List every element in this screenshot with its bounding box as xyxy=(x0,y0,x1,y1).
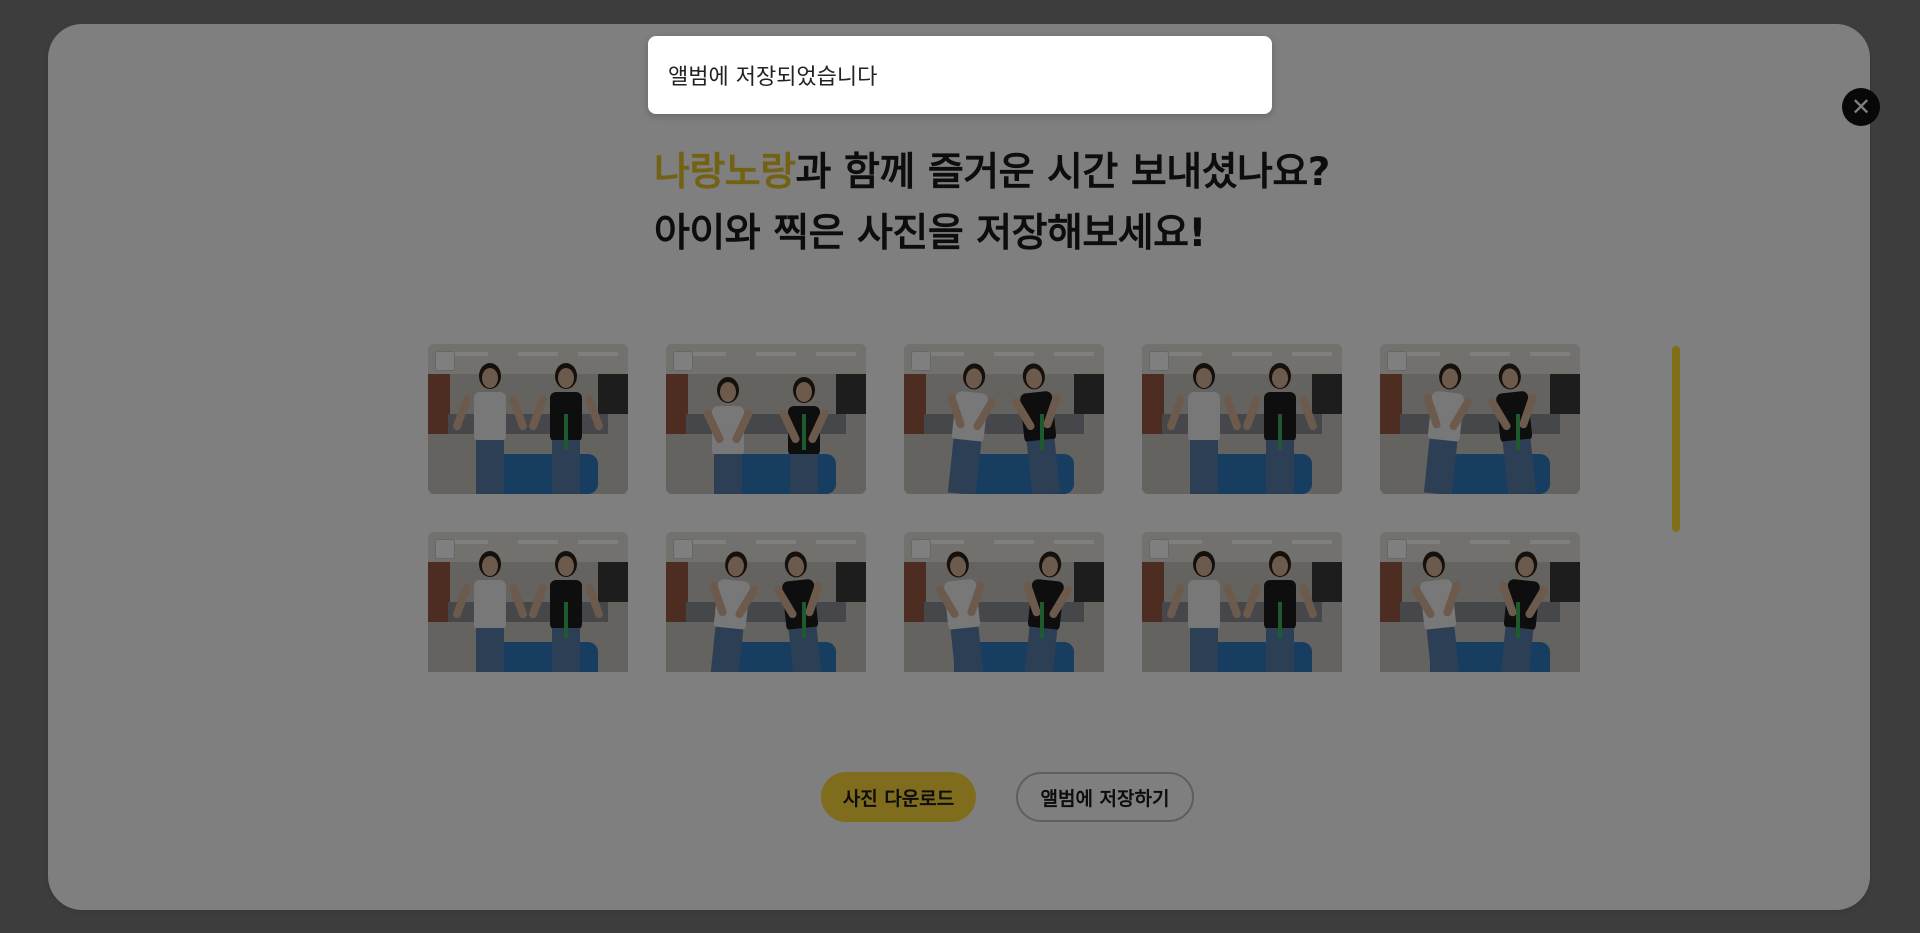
photo-select-checkbox[interactable] xyxy=(1387,539,1407,559)
photo-thumbnail[interactable] xyxy=(666,344,866,494)
photo-select-checkbox[interactable] xyxy=(1149,351,1169,371)
photo-image xyxy=(1380,344,1580,494)
photo-thumbnail[interactable] xyxy=(428,344,628,494)
photo-image xyxy=(904,532,1104,672)
photo-save-modal: ✕ 나랑노랑과 함께 즐거운 시간 보내셨나요? 아이와 찍은 사진을 저장해보… xyxy=(48,24,1880,910)
photo-image xyxy=(1142,344,1342,494)
photo-image xyxy=(1380,532,1580,672)
photo-select-checkbox[interactable] xyxy=(911,539,931,559)
photo-image xyxy=(428,344,628,494)
photo-thumbnail[interactable] xyxy=(904,532,1104,672)
photo-select-checkbox[interactable] xyxy=(435,351,455,371)
photo-grid-scrollbar[interactable] xyxy=(1672,346,1680,532)
save-to-album-button[interactable]: 앨범에 저장하기 xyxy=(1016,772,1194,822)
photo-thumbnail[interactable] xyxy=(428,532,628,672)
photo-select-checkbox[interactable] xyxy=(1387,351,1407,371)
photo-select-checkbox[interactable] xyxy=(673,539,693,559)
close-button[interactable]: ✕ xyxy=(1842,88,1880,126)
photo-image xyxy=(1142,532,1342,672)
photo-image xyxy=(428,532,628,672)
photo-thumbnail[interactable] xyxy=(904,344,1104,494)
photo-select-checkbox[interactable] xyxy=(911,351,931,371)
modal-heading: 나랑노랑과 함께 즐거운 시간 보내셨나요? 아이와 찍은 사진을 저장해보세요… xyxy=(654,142,1414,264)
photo-thumbnail[interactable] xyxy=(1380,532,1580,672)
heading-line-2: 아이와 찍은 사진을 저장해보세요! xyxy=(654,211,1206,256)
photo-grid xyxy=(428,344,1583,672)
photo-thumbnail[interactable] xyxy=(1380,344,1580,494)
brand-name: 나랑노랑 xyxy=(654,150,796,195)
photo-thumbnail[interactable] xyxy=(1142,532,1342,672)
photo-select-checkbox[interactable] xyxy=(1149,539,1169,559)
photo-thumbnail[interactable] xyxy=(666,532,866,672)
photo-image xyxy=(904,344,1104,494)
photo-thumbnail[interactable] xyxy=(1142,344,1342,494)
heading-line-1: 나랑노랑과 함께 즐거운 시간 보내셨나요? xyxy=(654,142,1414,203)
photo-select-checkbox[interactable] xyxy=(435,539,455,559)
photo-image xyxy=(666,532,866,672)
photo-select-checkbox[interactable] xyxy=(673,351,693,371)
photo-image xyxy=(666,344,866,494)
toast-notification: 앨범에 저장되었습니다 xyxy=(648,36,1272,114)
download-photos-button[interactable]: 사진 다운로드 xyxy=(821,772,976,822)
toast-message: 앨범에 저장되었습니다 xyxy=(668,65,878,90)
close-icon: ✕ xyxy=(1850,93,1872,121)
heading-line-1-text: 과 함께 즐거운 시간 보내셨나요? xyxy=(795,150,1331,195)
